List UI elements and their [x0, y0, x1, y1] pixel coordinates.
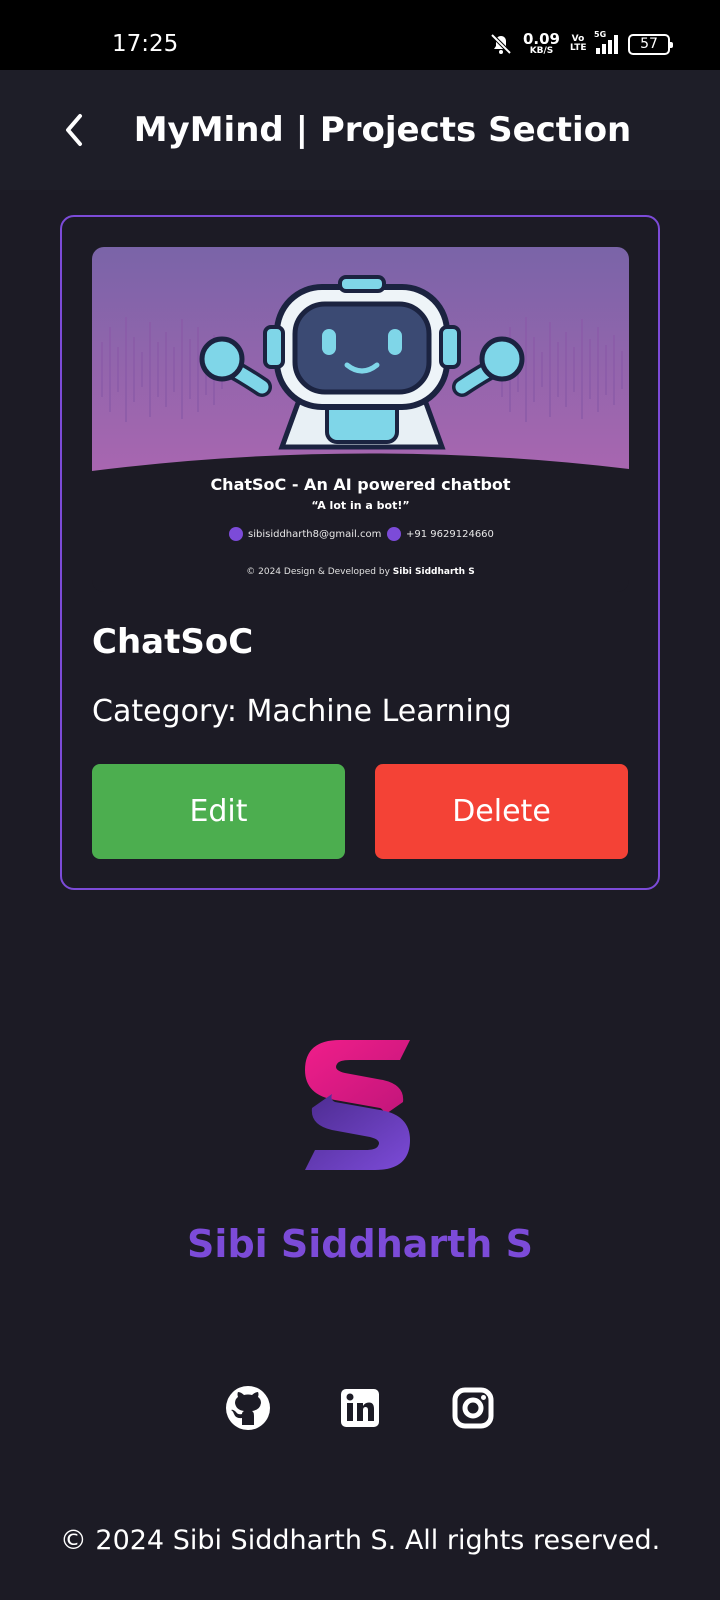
network-speed-unit: KB/S [529, 46, 554, 56]
battery-level: 57 [640, 36, 658, 52]
banner-copyright: © 2024 Design & Developed by Sibi Siddha… [92, 567, 629, 577]
brand-name: Sibi Siddharth S [187, 1222, 533, 1266]
mail-icon [229, 527, 243, 541]
phone-icon [387, 527, 401, 541]
banner-copyright-author: Sibi Siddharth S [392, 567, 475, 577]
project-banner-image: ChatSoC - An AI powered chatbot “A lot i… [92, 247, 629, 592]
app-header: MyMind | Projects Section [0, 70, 720, 190]
network-speed: 0.09 KB/S [523, 32, 560, 56]
signal-icon: 5G [594, 30, 618, 54]
project-name: ChatSoC [92, 622, 254, 662]
banner-phone: +91 9629124660 [387, 527, 494, 541]
delete-button[interactable]: Delete [375, 764, 628, 859]
github-icon[interactable] [225, 1385, 271, 1431]
project-category: Category: Machine Learning [92, 694, 512, 729]
volte-indicator: Vo LTE [570, 34, 587, 53]
status-bar: 17:25 0.09 KB/S Vo LTE 5G 57 [0, 0, 720, 70]
instagram-icon[interactable] [450, 1385, 496, 1431]
battery-icon: 57 [628, 33, 673, 55]
banner-phone-text: +91 9629124660 [406, 528, 494, 540]
footer-copyright: © 2024 Sibi Siddharth S. All rights rese… [59, 1525, 661, 1556]
status-time: 17:25 [112, 31, 179, 57]
linkedin-icon[interactable] [337, 1385, 383, 1431]
banner-email: sibisiddharth8@gmail.com [229, 527, 381, 541]
banner-copyright-prefix: © 2024 Design & Developed by [246, 567, 390, 577]
project-card: ChatSoC - An AI powered chatbot “A lot i… [60, 215, 660, 890]
banner-tagline: “A lot in a bot!” [311, 499, 410, 512]
edit-button[interactable]: Edit [92, 764, 345, 859]
mute-bell-icon [490, 33, 512, 55]
page-title: MyMind | Projects Section [133, 110, 632, 150]
banner-email-text: sibisiddharth8@gmail.com [248, 528, 382, 540]
network-speed-value: 0.09 [522, 30, 560, 48]
status-icons: 0.09 KB/S Vo LTE 5G 57 [489, 30, 673, 58]
banner-title: ChatSoC - An AI powered chatbot [210, 475, 511, 494]
s-logo-icon [305, 1040, 410, 1170]
network-type: 5G [594, 30, 607, 39]
